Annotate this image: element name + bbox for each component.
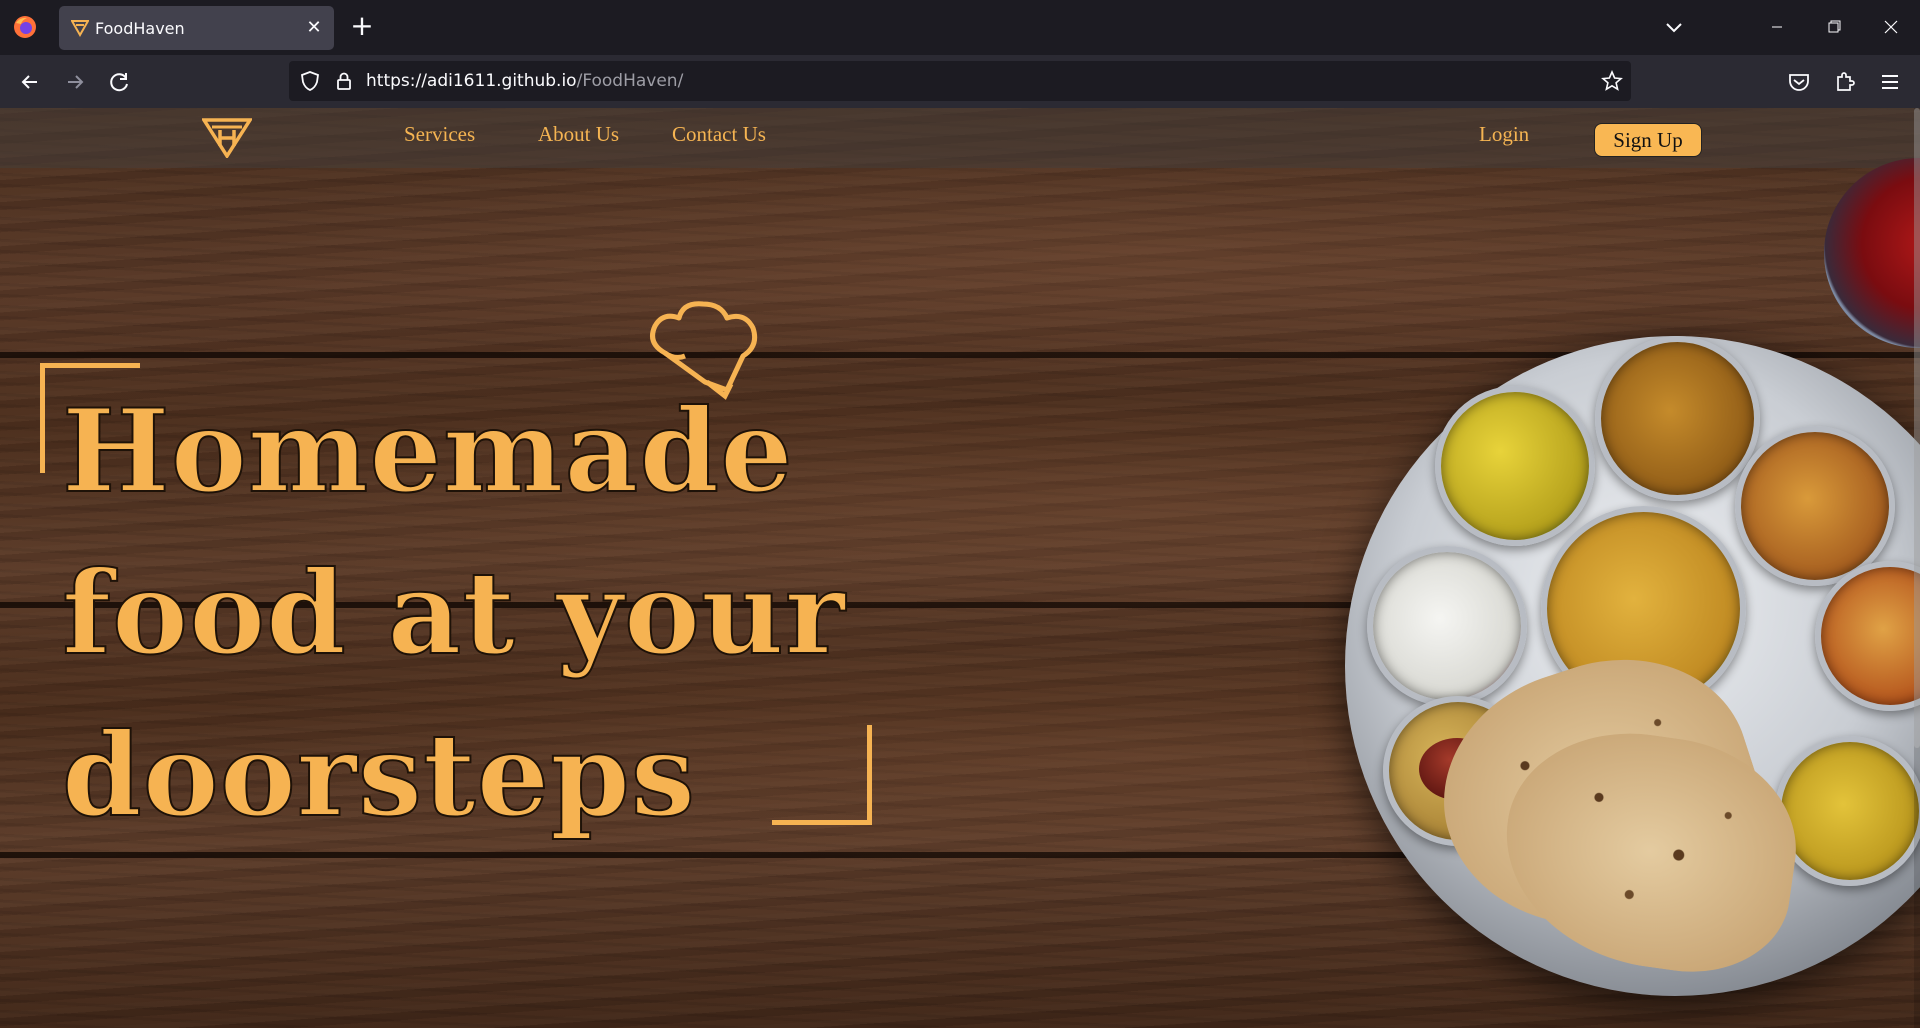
nav-about-link[interactable]: About Us <box>538 122 619 147</box>
list-all-tabs-icon[interactable] <box>1660 14 1688 42</box>
browser-tab-bar: FoodHaven ✕ + <box>0 0 1920 55</box>
extensions-icon[interactable] <box>1831 68 1859 96</box>
raita-bowl <box>1367 546 1527 706</box>
new-tab-icon[interactable]: + <box>347 12 377 42</box>
firefox-icon[interactable] <box>12 14 38 40</box>
tab-close-icon[interactable]: ✕ <box>302 16 326 40</box>
aloo-matar-bowl <box>1435 386 1595 546</box>
minimize-icon[interactable] <box>1760 12 1794 42</box>
hero-line-1: Homemade <box>61 383 794 519</box>
hero-line-3: doorsteps <box>61 707 697 843</box>
hero-bracket-bottom-right <box>772 725 872 825</box>
url-host: https://adi1611.github.io <box>366 71 577 91</box>
page-viewport: Services About Us Contact Us Login Sign … <box>0 108 1920 1028</box>
forward-arrow-icon[interactable] <box>60 67 90 97</box>
dal-bowl <box>1775 736 1920 886</box>
restore-icon[interactable] <box>1817 12 1851 42</box>
reload-icon[interactable] <box>105 67 135 97</box>
hero-headline: Homemade food at your doorsteps <box>61 370 882 856</box>
login-link[interactable]: Login <box>1479 122 1529 147</box>
browser-toolbar: https://adi1611.github.io/FoodHaven/ <box>0 55 1920 108</box>
foodhaven-logo-icon[interactable] <box>202 116 252 158</box>
back-arrow-icon[interactable] <box>15 67 45 97</box>
sabzi-bowl <box>1735 426 1895 586</box>
pocket-icon[interactable] <box>1785 68 1813 96</box>
tracking-shield-icon[interactable] <box>299 70 321 92</box>
lock-icon[interactable] <box>333 70 355 92</box>
hamburger-menu-icon[interactable] <box>1876 68 1904 96</box>
url-path: /FoodHaven/ <box>576 71 684 91</box>
window-close-icon[interactable] <box>1874 12 1908 42</box>
tab-title: FoodHaven <box>95 19 185 38</box>
signup-button[interactable]: Sign Up <box>1594 123 1702 157</box>
chole-bowl <box>1595 336 1760 501</box>
url-text[interactable]: https://adi1611.github.io/FoodHaven/ <box>366 71 683 91</box>
foodhaven-logo-icon <box>71 20 89 37</box>
bookmark-star-icon[interactable] <box>1601 70 1623 92</box>
browser-tab-active[interactable]: FoodHaven ✕ <box>59 6 334 50</box>
page-scrollbar-thumb[interactable] <box>1914 108 1920 748</box>
url-bar[interactable]: https://adi1611.github.io/FoodHaven/ <box>289 61 1631 101</box>
site-header: Services About Us Contact Us Login Sign … <box>0 108 1920 168</box>
nav-services-link[interactable]: Services <box>404 122 475 147</box>
nav-contact-link[interactable]: Contact Us <box>672 122 766 147</box>
hero-line-2: food at your <box>61 545 846 681</box>
